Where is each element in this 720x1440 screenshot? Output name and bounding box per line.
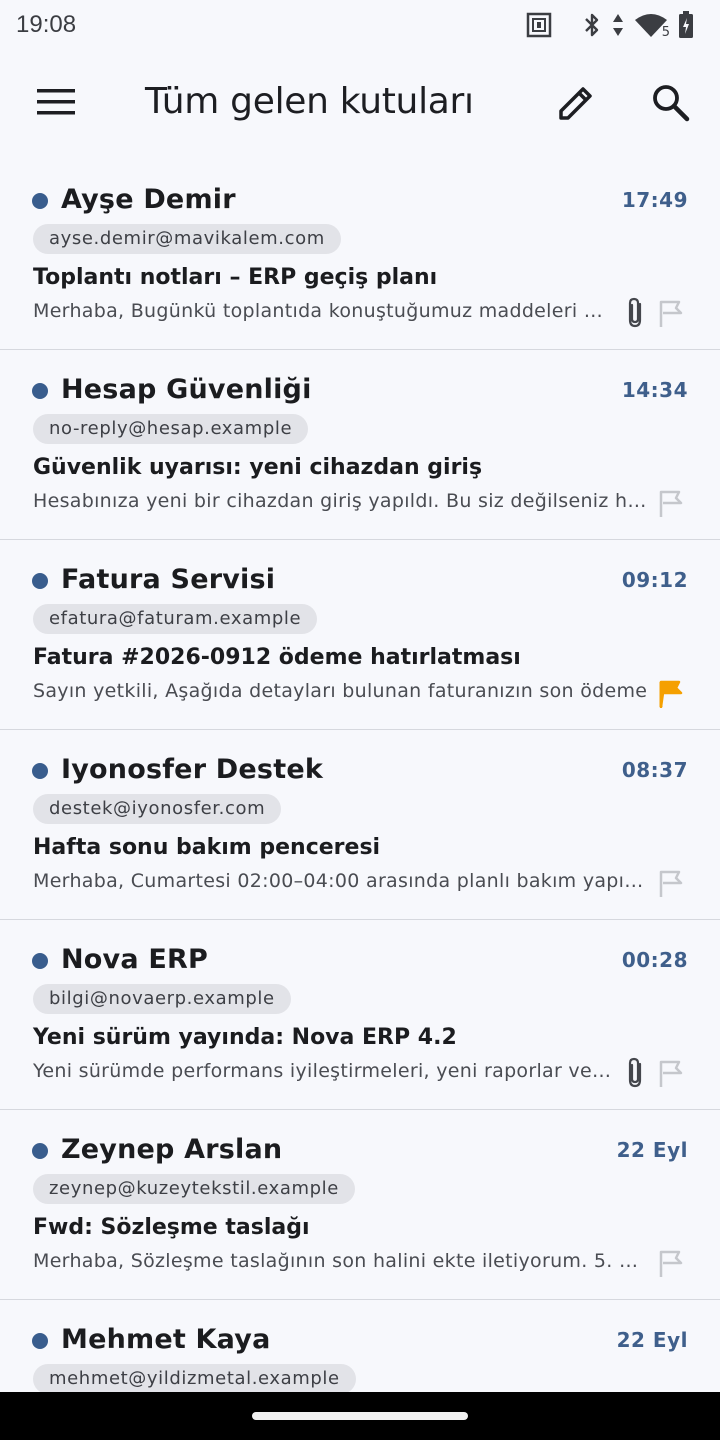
unread-indicator [32,383,48,399]
sender-name: Ayşe Demir [61,184,236,215]
unread-indicator [32,573,48,589]
sender-name: Zeynep Arslan [61,1134,283,1165]
message-subject: Fwd: Sözleşme taslağı [33,1215,310,1240]
sender-email-chip: bilgi@novaerp.example [33,984,291,1014]
search-button[interactable] [646,78,696,128]
unread-indicator [32,763,48,779]
navigation-bar [0,1392,720,1440]
message-time: 22 Eyl [616,1328,688,1352]
wifi-badge: 5 [661,25,670,40]
status-time: 19:08 [16,11,77,38]
unread-indicator [32,953,48,969]
unread-indicator [32,1333,48,1349]
message-preview: Hesabınıza yeni bir cihazdan giriş yapıl… [33,490,648,512]
status-icons: 5 [526,11,694,40]
unread-indicator [32,193,48,209]
hamburger-menu-icon [37,89,75,115]
bluetooth-icon [585,13,599,37]
message-subject: Güvenlik uyarısı: yeni cihazdan giriş [33,455,483,480]
battery-icon [679,11,693,38]
message-preview: Merhaba, Cumartesi 02:00–04:00 arasında … [33,870,648,892]
message-preview: Merhaba, Sözleşme taslağının son halini … [33,1250,648,1272]
compose-button[interactable] [551,78,601,128]
sender-email-chip: zeynep@kuzeytekstil.example [33,1174,355,1204]
sender-email-chip: no-reply@hesap.example [33,414,309,444]
message-subject: Fatura #2026-0912 ödeme hatırlatması [33,645,521,670]
message-time: 09:12 [621,568,688,592]
message-preview: Merhaba, Bugünkü toplantıda konuştuğumuz… [33,300,611,322]
message-preview: Sayın yetkili, Aşağıda detayları bulunan… [33,680,648,702]
message-time: 17:49 [621,188,688,212]
message-item[interactable]: Nova ERP 00:28 bilgi@novaerp.example Yen… [0,920,720,1110]
sender-email-chip: efatura@faturam.example [33,604,318,634]
sender-name: Hesap Güvenliği [61,374,312,405]
message-time: 08:37 [621,758,688,782]
flag-icon[interactable] [657,300,685,328]
message-item[interactable]: Ayşe Demir 17:49 ayse.demir@mavikalem.co… [0,160,720,350]
sender-name: Fatura Servisi [61,564,276,595]
data-arrows-icon [613,14,623,36]
sender-name: Iyonosfer Destek [61,754,323,785]
sender-email-chip: ayse.demir@mavikalem.com [33,224,341,254]
message-item[interactable]: Zeynep Arslan 22 Eyl zeynep@kuzeytekstil… [0,1110,720,1300]
attachment-icon [628,1057,642,1088]
message-subject: Toplantı notları – ERP geçiş planı [33,265,438,290]
flag-icon[interactable] [657,1250,685,1278]
sender-email-chip: destek@iyonosfer.com [33,794,282,824]
status-bar: 19:08 5 [0,0,720,50]
message-item[interactable]: Hesap Güvenliği 14:34 no-reply@hesap.exa… [0,350,720,540]
page-title: Tüm gelen kutuları [145,81,474,122]
home-gesture-handle[interactable] [252,1412,468,1420]
message-time: 14:34 [621,378,688,402]
app-bar: Tüm gelen kutuları [0,60,720,146]
message-subject: Yeni sürüm yayında: Nova ERP 4.2 [33,1025,457,1050]
message-subject: Hafta sonu bakım penceresi [33,835,381,860]
message-time: 22 Eyl [616,1138,688,1162]
sender-email-chip: mehmet@yildizmetal.example [33,1364,356,1392]
message-time: 00:28 [621,948,688,972]
wifi-icon: 5 [634,12,670,40]
pencil-icon [559,87,592,120]
flag-icon[interactable] [657,490,685,518]
message-item[interactable]: Iyonosfer Destek 08:37 destek@iyonosfer.… [0,730,720,920]
attachment-icon [628,297,642,328]
message-item[interactable]: Fatura Servisi 09:12 efatura@faturam.exa… [0,540,720,730]
sender-name: Nova ERP [61,944,208,975]
nfc-icon [526,12,552,38]
flag-icon[interactable] [657,1060,685,1088]
unread-indicator [32,1143,48,1159]
sender-name: Mehmet Kaya [61,1324,271,1355]
flag-icon-active[interactable] [657,680,685,708]
message-list[interactable]: Ayşe Demir 17:49 ayse.demir@mavikalem.co… [0,160,720,1392]
search-icon [653,85,690,122]
menu-button[interactable] [30,82,82,122]
flag-icon[interactable] [657,870,685,898]
message-item[interactable]: Mehmet Kaya 22 Eyl mehmet@yildizmetal.ex… [0,1300,720,1392]
message-preview: Yeni sürümde performans iyileştirmeleri,… [33,1060,611,1082]
